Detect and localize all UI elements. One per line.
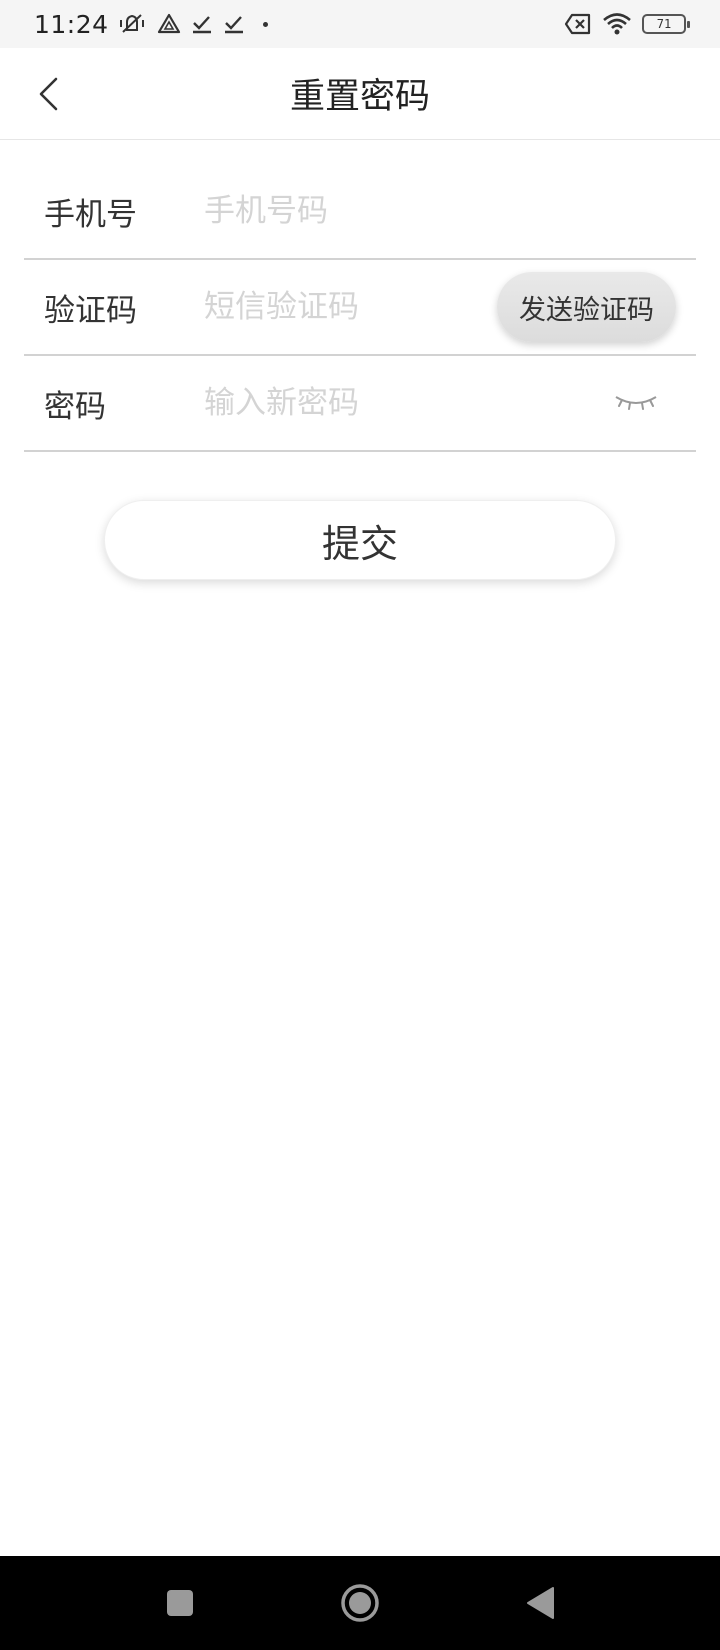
status-right: 71: [564, 12, 690, 36]
phone-input[interactable]: [204, 181, 696, 241]
battery-level: 71: [656, 17, 672, 31]
status-left: 11:24: [34, 10, 268, 39]
system-back-button[interactable]: [510, 1573, 570, 1633]
recents-button[interactable]: [150, 1573, 210, 1633]
circle-icon: [341, 1584, 379, 1622]
password-label: 密码: [44, 388, 106, 425]
dot-icon: [262, 21, 268, 27]
download-done-icon: [223, 13, 245, 35]
wifi-icon: [602, 12, 632, 36]
back-button[interactable]: [28, 74, 68, 114]
reset-password-form: 手机号 验证码 发送验证码 密码: [24, 164, 696, 452]
phone-label: 手机号: [44, 196, 137, 233]
download-done-icon: [191, 13, 213, 35]
phone-row: 手机号: [24, 164, 696, 260]
code-row: 验证码 发送验证码: [24, 260, 696, 356]
status-time: 11:24: [34, 9, 109, 39]
home-button[interactable]: [330, 1573, 390, 1633]
page-title: 重置密码: [289, 77, 430, 117]
password-row: 密码: [24, 356, 696, 452]
status-bar: 11:24 71: [0, 0, 720, 48]
code-label: 验证码: [44, 292, 137, 329]
triangle-back-icon: [527, 1587, 554, 1619]
drive-icon: [157, 13, 181, 35]
chevron-left-icon: [39, 77, 58, 111]
mute-vibrate-icon: [119, 12, 147, 36]
square-icon: [167, 1590, 193, 1616]
no-sim-icon: [564, 13, 592, 35]
send-code-button[interactable]: 发送验证码: [497, 272, 676, 342]
battery-icon: 71: [642, 14, 690, 34]
nav-header: 重置密码: [0, 48, 720, 140]
password-visibility-toggle[interactable]: [612, 389, 660, 417]
system-nav-bar: [0, 1556, 720, 1650]
submit-button[interactable]: 提交: [104, 500, 616, 580]
eye-closed-icon: [615, 396, 657, 410]
